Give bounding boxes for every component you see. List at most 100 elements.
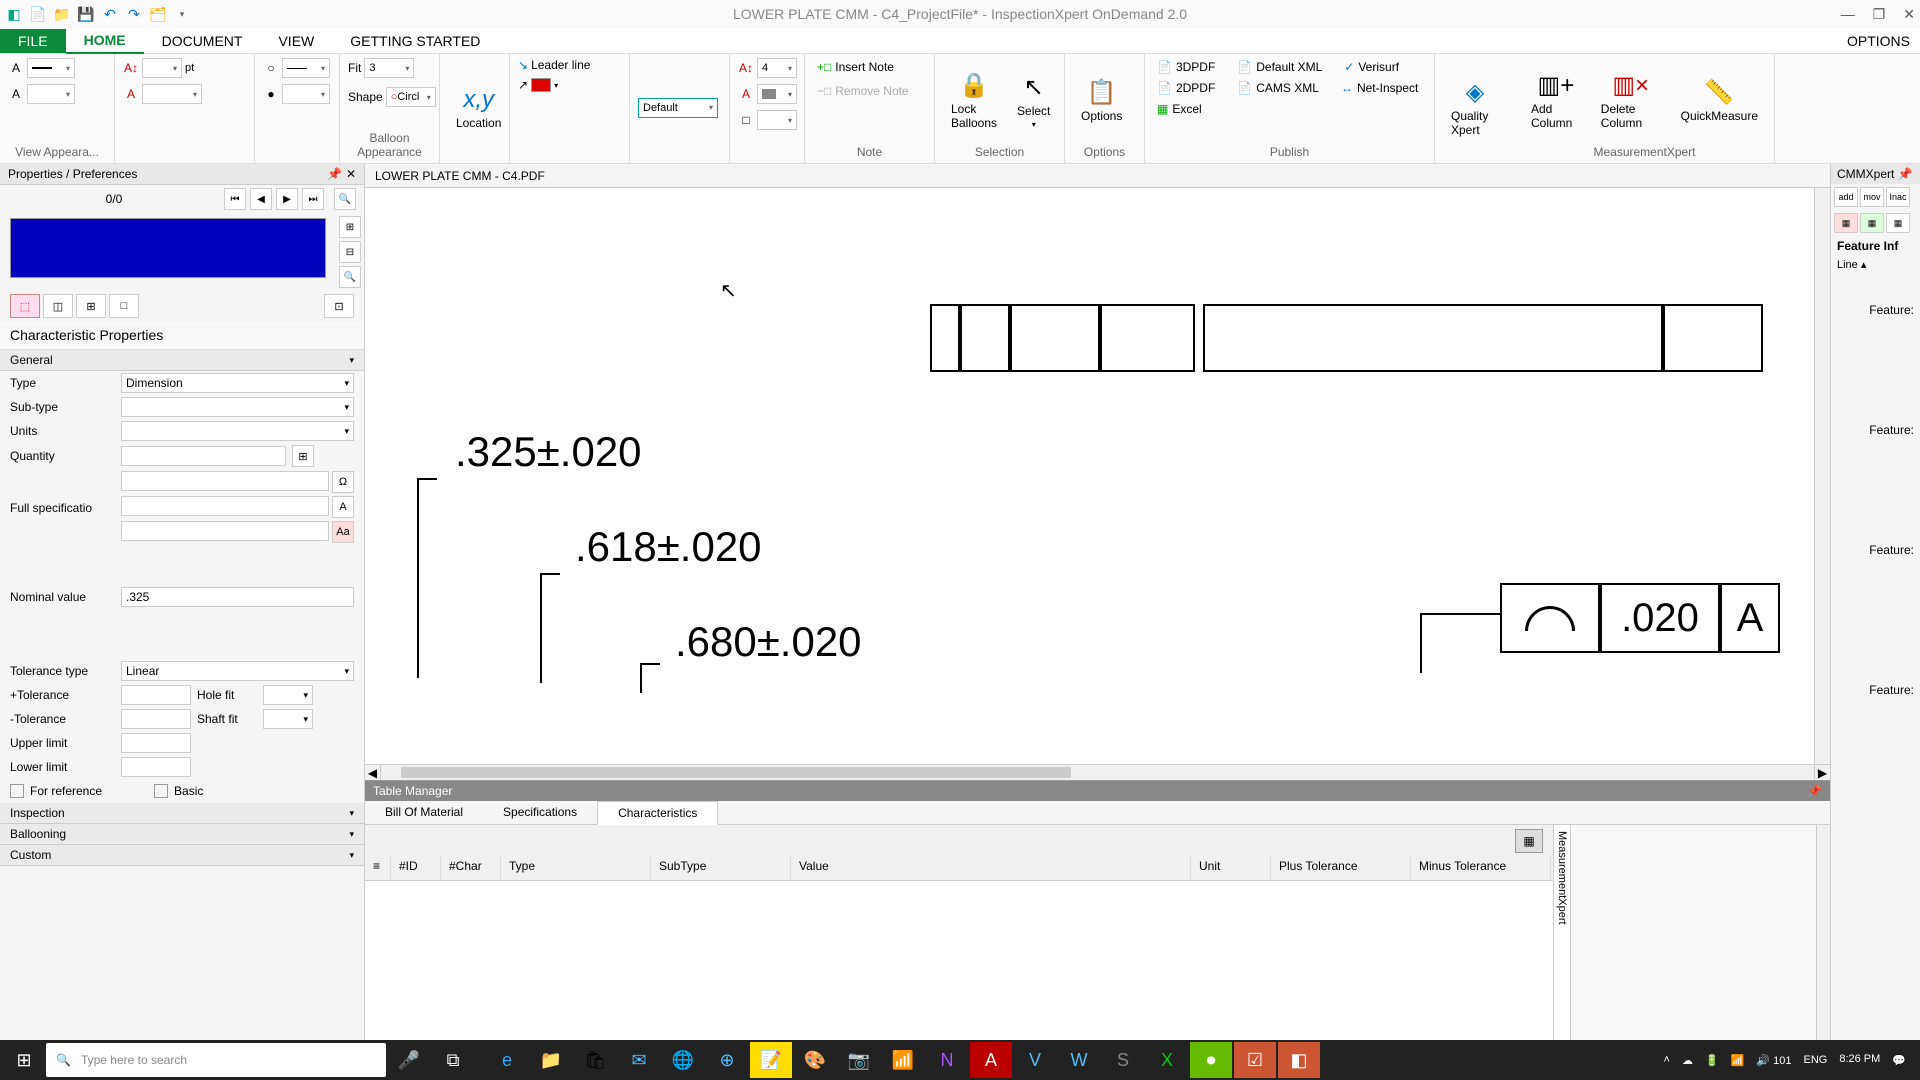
default-style-dropdown[interactable]: Default: [638, 98, 718, 118]
fullspec-input-1[interactable]: [121, 471, 329, 491]
quantity-input[interactable]: [121, 446, 286, 466]
tray-battery-icon[interactable]: 🔋: [1705, 1054, 1719, 1067]
inspection-xpert-icon[interactable]: ◧: [1278, 1042, 1320, 1078]
maximize-button[interactable]: ❐: [1873, 6, 1886, 23]
skype-icon[interactable]: S: [1102, 1042, 1144, 1078]
type-select[interactable]: Dimension: [121, 373, 354, 393]
acrobat-icon[interactable]: A: [970, 1042, 1012, 1078]
notifications-icon[interactable]: 💬: [1892, 1054, 1906, 1067]
col-plus-tol[interactable]: Plus Tolerance: [1271, 855, 1411, 880]
close-button[interactable]: ✕: [1903, 6, 1915, 23]
plustol-input[interactable]: [121, 685, 191, 705]
tray-sound-icon[interactable]: 🔊 101: [1756, 1054, 1791, 1067]
omega-btn[interactable]: Ω: [332, 471, 354, 493]
delete-column-button[interactable]: ▥× Delete Column: [1593, 67, 1669, 134]
chrome-icon[interactable]: 🌐: [662, 1042, 704, 1078]
add-column-button[interactable]: ▥+ Add Column: [1523, 67, 1589, 134]
custom-group[interactable]: Custom: [0, 845, 364, 866]
minimize-button[interactable]: —: [1841, 6, 1855, 23]
taskbar-search[interactable]: 🔍 Type here to search: [46, 1043, 386, 1077]
view-mode-5[interactable]: ⊡: [324, 294, 354, 318]
default-xml-button[interactable]: 📄Default XML: [1233, 58, 1326, 76]
view-mode-1[interactable]: ⬚: [10, 294, 40, 318]
note-font-size-dropdown[interactable]: 4: [757, 58, 797, 78]
text-aa-btn[interactable]: Aa: [332, 521, 354, 543]
paint3d-icon[interactable]: 🎨: [794, 1042, 836, 1078]
new-icon[interactable]: 📄: [29, 5, 47, 23]
hscroll-thumb[interactable]: [401, 767, 1071, 778]
edge-icon[interactable]: e: [486, 1042, 528, 1078]
word-icon[interactable]: W: [1058, 1042, 1100, 1078]
verisurf-button[interactable]: ✓Verisurf: [1340, 58, 1403, 76]
upper-limit-input[interactable]: [121, 733, 191, 753]
menu-file[interactable]: FILE: [0, 29, 66, 53]
menu-view[interactable]: VIEW: [260, 29, 332, 53]
menu-getting-started[interactable]: GETTING STARTED: [332, 29, 498, 53]
lower-limit-input[interactable]: [121, 757, 191, 777]
subtype-select[interactable]: [121, 397, 354, 417]
pin-icon[interactable]: 📌: [327, 167, 342, 181]
explorer-icon[interactable]: 📁: [530, 1042, 572, 1078]
view-mode-2[interactable]: ◫: [43, 294, 73, 318]
tab-specifications[interactable]: Specifications: [483, 801, 597, 824]
rp-icon-3[interactable]: ▦: [1886, 213, 1910, 233]
tm-side-scrollbar[interactable]: [1816, 825, 1830, 1040]
quality-xpert-button[interactable]: ◈ Quality Xpert: [1443, 74, 1507, 141]
start-button[interactable]: ⊞: [4, 1042, 44, 1078]
drawing-viewport[interactable]: ↖ .325±.020 .618±.020 .680±.020: [365, 188, 1830, 764]
excel-button[interactable]: ▦Excel: [1153, 100, 1206, 118]
nav-next-button[interactable]: ▶: [276, 188, 298, 210]
nav-first-button[interactable]: ⏮: [224, 188, 246, 210]
tray-lang[interactable]: ENG: [1803, 1054, 1827, 1066]
nav-prev-button[interactable]: ◀: [250, 188, 272, 210]
line-weight-dropdown[interactable]: [27, 58, 75, 78]
col-minus-tol[interactable]: Minus Tolerance: [1411, 855, 1551, 880]
balloon-fill-dropdown[interactable]: [282, 84, 330, 104]
minustol-input[interactable]: [121, 709, 191, 729]
fill-color-dropdown[interactable]: [27, 84, 75, 104]
tray-up-icon[interactable]: ˄: [1664, 1054, 1670, 1066]
col-unit[interactable]: Unit: [1191, 855, 1271, 880]
nav-last-button[interactable]: ⏭: [302, 188, 324, 210]
apps-icon[interactable]: ⊕: [706, 1042, 748, 1078]
save-icon[interactable]: 💾: [77, 5, 95, 23]
tab-characteristics[interactable]: Characteristics: [597, 801, 718, 825]
connect-icon[interactable]: 📶: [882, 1042, 924, 1078]
2dpdf-button[interactable]: 📄2DPDF: [1153, 79, 1219, 97]
col-type[interactable]: Type: [501, 855, 651, 880]
camtasia-icon[interactable]: ⏺: [1190, 1042, 1232, 1078]
inspection-group[interactable]: Inspection: [0, 803, 364, 824]
tray-clock[interactable]: 8:26 PM: [1839, 1053, 1880, 1066]
toltype-select[interactable]: Linear: [121, 661, 354, 681]
net-inspect-button[interactable]: ↔Net-Inspect: [1337, 79, 1422, 97]
onenote-icon[interactable]: N: [926, 1042, 968, 1078]
tray-cloud-icon[interactable]: ☁: [1682, 1054, 1693, 1067]
nominal-input[interactable]: [121, 587, 354, 607]
note-border-dropdown[interactable]: [757, 110, 797, 130]
menu-options[interactable]: OPTIONS: [1837, 29, 1920, 53]
characteristics-grid[interactable]: ▦ ≡ #ID #Char Type SubType Value Unit Pl…: [365, 825, 1553, 1040]
redo-icon[interactable]: ↷: [125, 5, 143, 23]
leader-line-toggle[interactable]: ↘ Leader line: [518, 58, 590, 72]
basic-checkbox[interactable]: [154, 784, 168, 798]
select-button[interactable]: ↖ Select ▾: [1009, 69, 1058, 133]
tray-wifi-icon[interactable]: 📶: [1731, 1054, 1745, 1067]
undo-icon[interactable]: ↶: [101, 5, 119, 23]
fit-dropdown[interactable]: 3: [364, 58, 414, 78]
fullspec-input-3[interactable]: [121, 521, 329, 541]
rp-icon-2[interactable]: ▦: [1860, 213, 1884, 233]
font-size-dropdown[interactable]: [142, 58, 182, 78]
col-char[interactable]: #Char: [441, 855, 501, 880]
open-icon[interactable]: 📁: [53, 5, 71, 23]
font-color-dropdown[interactable]: [142, 84, 202, 104]
balloon-line-weight-dropdown[interactable]: [282, 58, 330, 78]
col-menu[interactable]: ≡: [365, 855, 391, 880]
fullspec-input-2[interactable]: [121, 496, 329, 516]
excel-app-icon[interactable]: X: [1146, 1042, 1188, 1078]
view-mode-3[interactable]: ⊞: [76, 294, 106, 318]
tree-btn-1[interactable]: ⊞: [339, 216, 361, 238]
holefit-select[interactable]: [263, 685, 313, 705]
panel-close-icon[interactable]: ✕: [346, 167, 356, 181]
leader-color-swatch[interactable]: [531, 78, 551, 92]
col-subtype[interactable]: SubType: [651, 855, 791, 880]
